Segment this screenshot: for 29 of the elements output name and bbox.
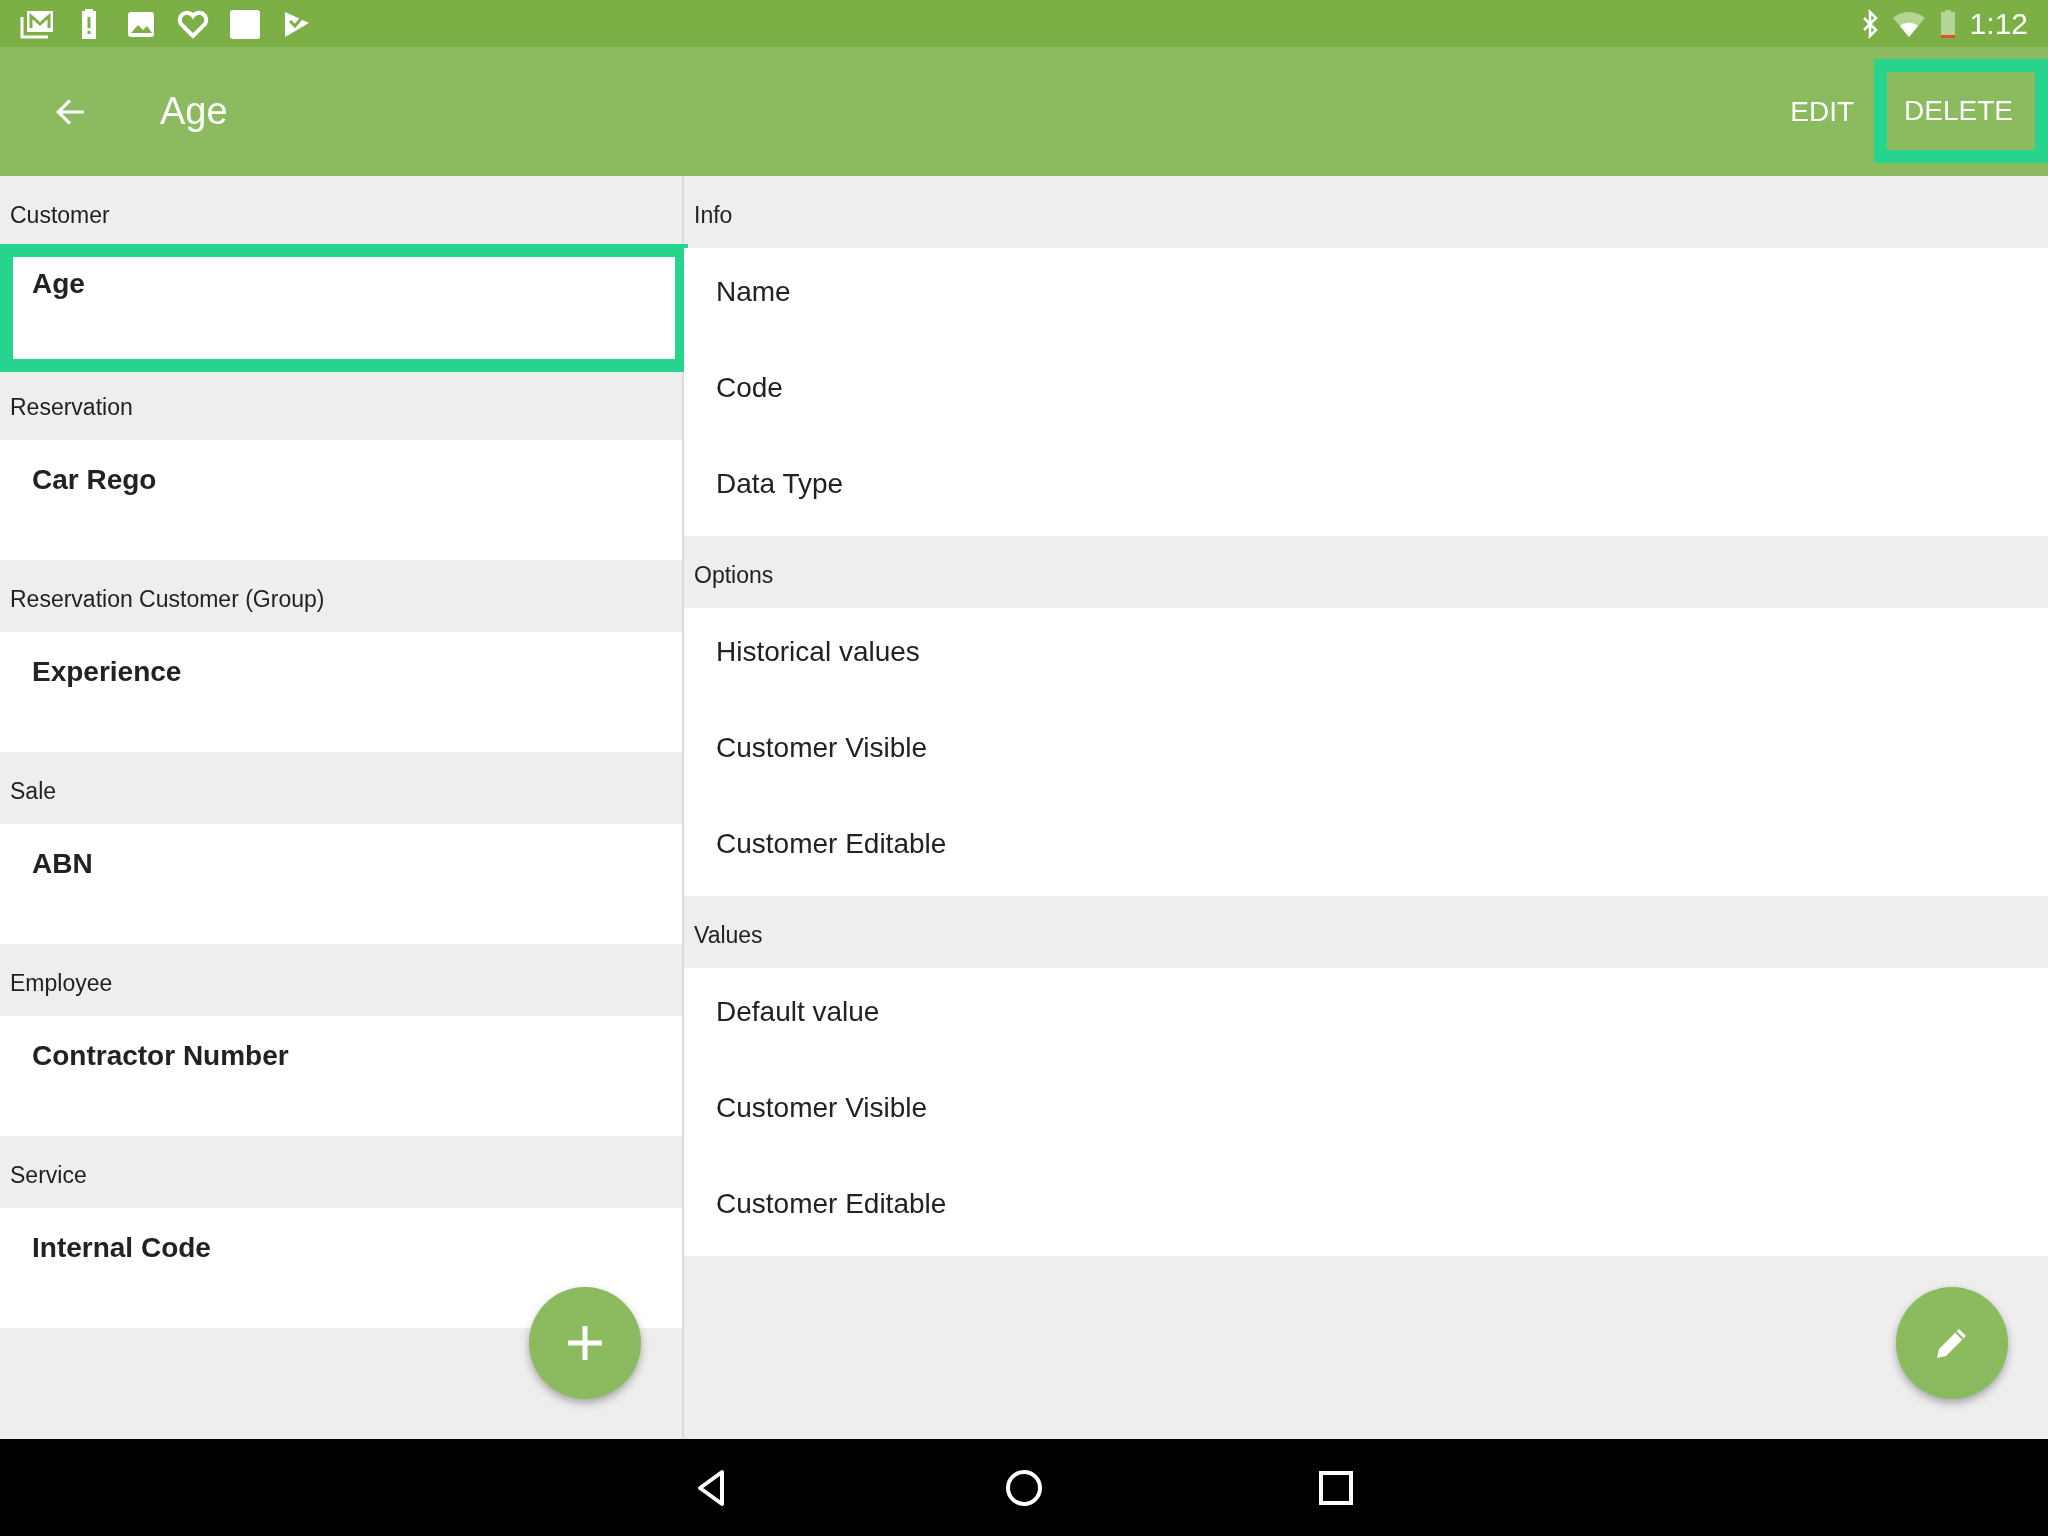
detail-row[interactable]: Customer Editable [684, 800, 2048, 896]
detail-row[interactable]: Default value [684, 968, 2048, 1064]
section-header: Customer [9, 201, 111, 230]
detail-row[interactable]: Customer Editable [684, 1160, 2048, 1256]
list-item[interactable]: Internal Code [0, 1208, 682, 1328]
section-header: Options [693, 561, 775, 590]
square-icon [228, 8, 262, 39]
mail-stack-icon [20, 8, 54, 39]
section-header: Service [9, 1161, 88, 1190]
clock-time: 1:12 [1969, 6, 2028, 41]
plus-icon [565, 1323, 605, 1363]
list-item[interactable]: Experience [0, 632, 682, 752]
detail-row[interactable]: Customer Visible [684, 704, 2048, 800]
list-item[interactable]: Age [0, 244, 688, 372]
section-header: Info [693, 201, 734, 230]
section-header: Reservation Customer (Group) [9, 585, 326, 614]
section-header: Sale [9, 777, 58, 806]
detail-row[interactable]: Data Type [684, 440, 2048, 536]
screen-title: Age [160, 90, 229, 133]
home-circle-icon[interactable] [1004, 1467, 1044, 1508]
section-header: Reservation [9, 393, 134, 422]
list-item[interactable]: Car Rego [0, 440, 682, 560]
detail-row[interactable]: Customer Visible [684, 1064, 2048, 1160]
detail-row[interactable]: Historical values [684, 608, 2048, 704]
list-item[interactable]: Contractor Number [0, 1016, 682, 1136]
heart-icon [176, 8, 210, 39]
list-item[interactable]: ABN [0, 824, 682, 944]
section-header: Employee [9, 969, 114, 998]
section-header: Values [693, 921, 764, 950]
